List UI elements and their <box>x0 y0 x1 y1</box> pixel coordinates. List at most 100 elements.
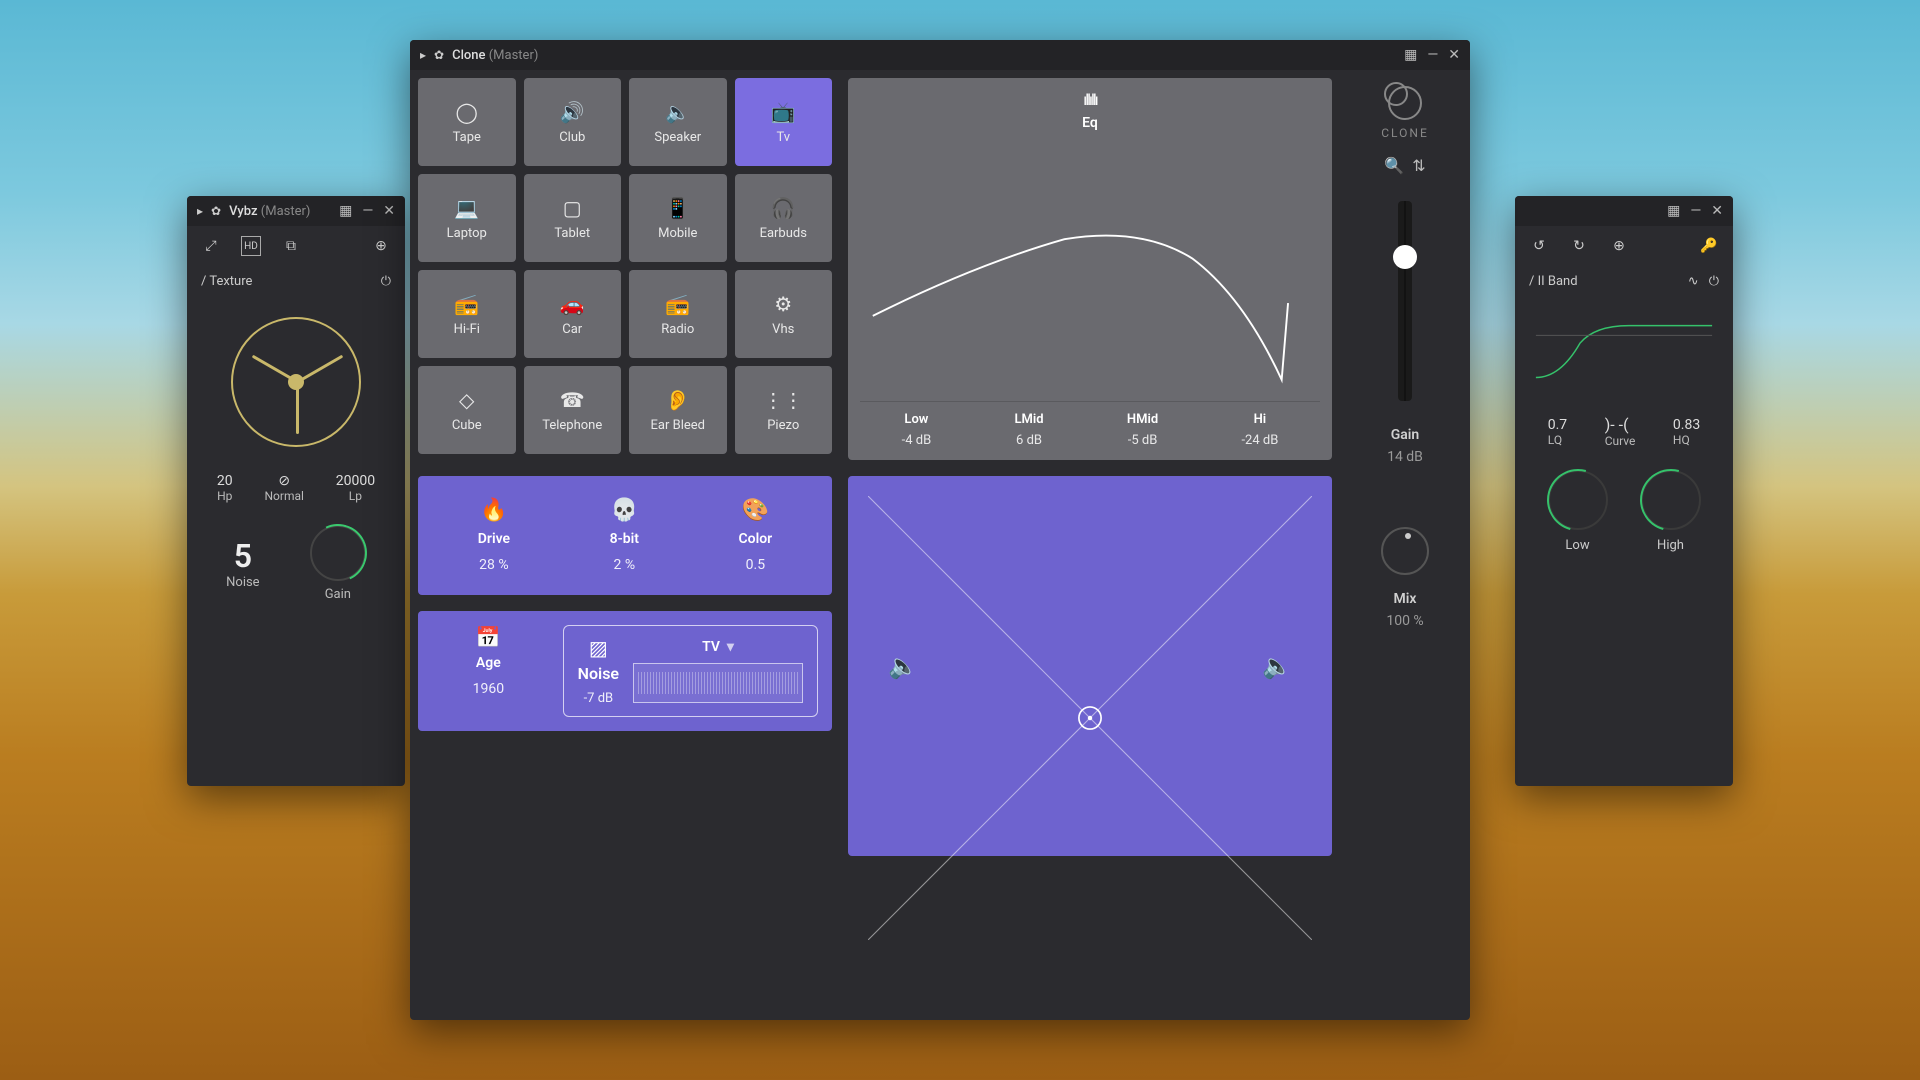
preset-tv[interactable]: 📺Tv <box>735 78 833 166</box>
hq-control[interactable]: 0.83HQ <box>1673 417 1700 447</box>
lp-control[interactable]: 20000Lp <box>336 473 375 503</box>
preset-club[interactable]: 🔊Club <box>524 78 622 166</box>
preset-earbuds[interactable]: 🎧Earbuds <box>735 174 833 262</box>
gear-icon[interactable]: ✿ <box>211 204 221 218</box>
low-knob[interactable] <box>1548 470 1608 530</box>
preset-cube[interactable]: ◇Cube <box>418 366 516 454</box>
clone-context: (Master) <box>489 48 539 63</box>
gain-knob[interactable] <box>310 525 366 581</box>
vybz-window: ▸ ✿ Vybz (Master) ▦ — ✕ ⤢ HD ⧉ ⊕ / Textu… <box>187 196 405 786</box>
calendar-icon: 📅 <box>432 625 545 649</box>
expand-view-icon[interactable]: ⤢ <box>201 236 221 256</box>
globe-icon[interactable]: ⊕ <box>1609 236 1629 256</box>
band-toolbar: ↺ ↻ ⊕ 🔑 <box>1515 226 1733 266</box>
close-icon[interactable]: ✕ <box>1711 203 1723 219</box>
redo-icon[interactable]: ↻ <box>1569 236 1589 256</box>
eq-band-hmid[interactable]: HMid-5 dB <box>1127 412 1158 448</box>
eq-icon: ıllıllı <box>860 90 1320 109</box>
club-icon: 🔊 <box>560 100 585 124</box>
8bit-control[interactable]: 💀8-bit2 % <box>610 498 639 573</box>
minimize-icon[interactable]: — <box>362 203 373 219</box>
expand-icon[interactable]: ▸ <box>420 48 426 62</box>
power-icon[interactable]: ⏻ <box>1709 274 1719 289</box>
stereo-xy-pad[interactable]: 🔈 🔈 <box>848 476 1332 856</box>
preset-mobile[interactable]: 📱Mobile <box>629 174 727 262</box>
noise-gain-row: 5 Noise Gain <box>187 507 405 620</box>
expand-icon[interactable]: ▸ <box>197 204 203 218</box>
minimize-icon[interactable]: — <box>1427 47 1438 63</box>
preset-hifi[interactable]: 📻Hi-Fi <box>418 270 516 358</box>
preset-telephone[interactable]: ☎Telephone <box>524 366 622 454</box>
power-icon[interactable]: ⏻ <box>381 274 391 289</box>
sort-icon[interactable]: ⇅ <box>1412 156 1425 175</box>
close-icon[interactable]: ✕ <box>383 203 395 219</box>
grid-icon[interactable]: ▦ <box>339 203 352 219</box>
normal-control[interactable]: ⊘Normal <box>264 473 303 503</box>
clone-titlebar: ▸ ✿ Clone (Master) ▦ — ✕ <box>410 40 1470 70</box>
preset-car[interactable]: 🚗Car <box>524 270 622 358</box>
clone-logo-icon <box>1388 86 1422 120</box>
magnify-icon[interactable]: 🔍 <box>1384 156 1404 175</box>
fan-display <box>187 317 405 447</box>
eq-band-hi[interactable]: Hi-24 dB <box>1241 412 1278 448</box>
clone-logo: CLONE <box>1381 86 1429 140</box>
band-curve-display[interactable] <box>1531 313 1717 393</box>
lq-control[interactable]: 0.7LQ <box>1548 417 1567 447</box>
eq-panel: ıllıllı Eq Low-4 dB LMid6 dB HMid-5 dB Hi-2… <box>848 78 1332 460</box>
grid-icon[interactable]: ▦ <box>1404 47 1417 63</box>
vhs-icon: ⚙ <box>774 292 792 316</box>
preset-radio[interactable]: 📻Radio <box>629 270 727 358</box>
clone-body: ◯Tape🔊Club🔈Speaker📺Tv 💻Laptop▢Tablet📱Mobi… <box>410 70 1470 864</box>
wave-icon[interactable]: ∿ <box>1688 274 1699 289</box>
noise-icon: ▨ <box>589 636 608 660</box>
chevron-down-icon: ▾ <box>727 639 734 655</box>
zoom-sort-controls: 🔍 ⇅ <box>1384 156 1425 175</box>
mix-label-block: Mix 100 % <box>1386 591 1423 629</box>
close-icon[interactable]: ✕ <box>1448 47 1460 63</box>
noise-value-block: 5 Noise <box>226 537 259 590</box>
age-control[interactable]: 📅 Age 1960 <box>432 625 545 717</box>
undo-icon[interactable]: ↺ <box>1529 236 1549 256</box>
telephone-icon: ☎ <box>560 388 585 412</box>
hd-icon[interactable]: HD <box>241 236 261 256</box>
preset-speaker[interactable]: 🔈Speaker <box>629 78 727 166</box>
clone-title: Clone <box>452 48 485 63</box>
hp-control[interactable]: 20Hp <box>217 473 233 503</box>
gain-slider[interactable] <box>1398 201 1412 401</box>
minimize-icon[interactable]: — <box>1690 203 1701 219</box>
age-noise-panel: 📅 Age 1960 ▨ Noise -7 dB <box>418 611 832 731</box>
radio-icon: 📻 <box>665 292 690 316</box>
gain-slider-thumb[interactable] <box>1393 245 1417 269</box>
preset-piezo[interactable]: ⋮⋮Piezo <box>735 366 833 454</box>
clone-window: ▸ ✿ Clone (Master) ▦ — ✕ ◯Tape🔊Club🔈Spea… <box>410 40 1470 1020</box>
eq-curve-display[interactable] <box>860 135 1320 395</box>
color-icon: 🎨 <box>739 498 773 523</box>
preset-laptop[interactable]: 💻Laptop <box>418 174 516 262</box>
earbleed-icon: 👂 <box>665 388 690 412</box>
texture-label: / Texture <box>201 274 252 289</box>
eq-band-lmid[interactable]: LMid6 dB <box>1014 412 1043 448</box>
preset-tablet[interactable]: ▢Tablet <box>524 174 622 262</box>
high-knob-block: High <box>1641 470 1701 553</box>
layers-icon[interactable]: ⧉ <box>281 236 301 256</box>
lq-hq-row: 0.7LQ )- -(Curve 0.83HQ <box>1515 409 1733 454</box>
vybz-toolbar: ⤢ HD ⧉ ⊕ <box>187 226 405 266</box>
tablet-icon: ▢ <box>563 196 582 220</box>
band-section-label: / II Band <box>1529 274 1578 289</box>
eq-band-low[interactable]: Low-4 dB <box>902 412 932 448</box>
preset-tape[interactable]: ◯Tape <box>418 78 516 166</box>
key-icon[interactable]: 🔑 <box>1699 236 1719 256</box>
mix-knob[interactable] <box>1381 527 1429 575</box>
gear-icon[interactable]: ✿ <box>434 48 444 62</box>
high-knob[interactable] <box>1641 470 1701 530</box>
eq-label: Eq <box>860 115 1320 131</box>
noise-type-dropdown[interactable]: TV ▾ <box>633 639 803 655</box>
preset-earbleed[interactable]: 👂Ear Bleed <box>629 366 727 454</box>
preset-vhs[interactable]: ⚙Vhs <box>735 270 833 358</box>
low-high-knob-row: Low High <box>1515 454 1733 569</box>
curve-control[interactable]: )- -(Curve <box>1605 415 1636 448</box>
zoom-in-icon[interactable]: ⊕ <box>371 236 391 256</box>
color-control[interactable]: 🎨Color0.5 <box>739 498 773 573</box>
grid-icon[interactable]: ▦ <box>1667 203 1680 219</box>
drive-control[interactable]: 🔥Drive28 % <box>478 498 510 573</box>
